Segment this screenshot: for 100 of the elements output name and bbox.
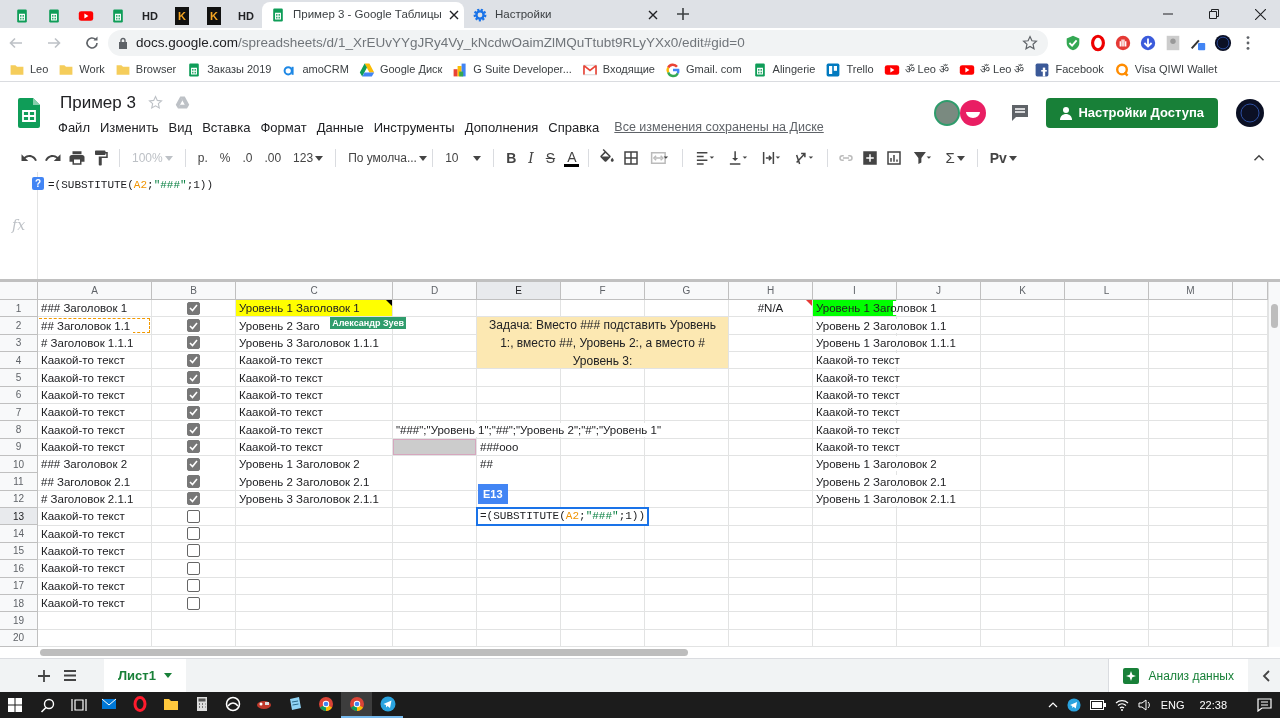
search-icon[interactable] <box>40 697 55 713</box>
restore-icon[interactable] <box>1209 9 1219 19</box>
clock[interactable]: 22:38 <box>1199 696 1227 714</box>
document-title[interactable]: Пример 3 <box>60 89 136 115</box>
chevron-up-icon[interactable] <box>1047 702 1058 708</box>
column-header[interactable]: F <box>561 282 645 300</box>
close-icon[interactable] <box>648 10 658 20</box>
checkbox[interactable] <box>187 561 200 575</box>
address-bar[interactable]: docs.google.com/spreadsheets/d/1_XrEUvYYgJRy4Vy_kNcdwOaimZlMQuTtubt9RLyYXx0/edit#gid=0 <box>108 30 1048 56</box>
sheet-list-icon[interactable] <box>64 670 76 681</box>
checkbox[interactable] <box>187 388 200 402</box>
row-header[interactable]: 16 <box>0 560 38 578</box>
checkbox[interactable] <box>187 353 200 367</box>
row-header[interactable]: 19 <box>0 612 38 630</box>
checkbox[interactable] <box>187 301 200 315</box>
avatar-icon[interactable] <box>1214 34 1232 52</box>
checkbox[interactable] <box>187 405 200 419</box>
bookmark[interactable]: Alingerie <box>746 61 821 78</box>
currency-button[interactable]: р. <box>194 149 211 167</box>
menu-item[interactable]: Справка <box>543 117 605 139</box>
user-avatar[interactable] <box>934 100 961 126</box>
font-dropdown[interactable]: По умолча... <box>345 149 424 167</box>
checkbox[interactable] <box>187 509 200 523</box>
browser-tab[interactable]: HD <box>134 4 166 28</box>
checkbox[interactable] <box>187 527 200 541</box>
print-icon[interactable] <box>68 149 86 167</box>
bookmark[interactable]: Входящие <box>576 61 660 78</box>
menu-item[interactable]: Файл <box>53 117 95 139</box>
battery-icon[interactable] <box>1089 700 1106 710</box>
row-header[interactable]: 8 <box>0 421 38 439</box>
column-header[interactable]: L <box>1065 282 1149 300</box>
increase-decimals-button[interactable]: .00 <box>261 149 285 167</box>
menu-item[interactable]: Данные <box>311 117 369 139</box>
checkbox[interactable] <box>187 371 200 385</box>
wifi-icon[interactable] <box>1114 699 1129 711</box>
add-sheet-icon[interactable] <box>38 669 50 682</box>
cell-editor[interactable]: =(SUBSTITUTE(A2;"###";1)) <box>476 507 650 527</box>
language-indicator[interactable]: ENG <box>1160 696 1185 714</box>
hand-icon[interactable] <box>1114 34 1132 52</box>
text-color-button[interactable]: A <box>564 149 580 167</box>
side-panel-toggle-icon[interactable] <box>1262 669 1270 682</box>
checkbox[interactable] <box>187 475 200 489</box>
bookmark[interactable]: Leo <box>4 61 54 78</box>
row-header[interactable]: 4 <box>0 352 38 370</box>
column-header[interactable]: M <box>1149 282 1233 300</box>
menu-item[interactable]: Инструменты <box>368 117 460 139</box>
menu-item[interactable]: Формат <box>255 117 312 139</box>
row-header[interactable]: 14 <box>0 525 38 543</box>
checkbox[interactable] <box>187 336 200 350</box>
checkbox[interactable] <box>187 319 200 332</box>
row-header[interactable]: 11 <box>0 473 38 491</box>
taskbar-button[interactable] <box>341 692 372 718</box>
addon-dropdown[interactable]: Pv <box>986 147 1020 169</box>
scrollbar[interactable] <box>1268 282 1280 647</box>
borders-icon[interactable] <box>622 149 641 167</box>
menu-item[interactable]: Изменить <box>94 117 164 139</box>
windows-logo-icon[interactable] <box>8 698 22 712</box>
row-header[interactable]: 1 <box>0 300 38 318</box>
paint-roller-icon[interactable] <box>92 149 110 167</box>
checkbox[interactable] <box>187 544 200 558</box>
browser-tab[interactable]: Пример 3 - Google Таблицы <box>262 2 464 28</box>
bookmark[interactable]: ॐ Leo ॐ <box>954 61 1030 78</box>
bookmark[interactable]: Work <box>53 61 110 78</box>
browser-tab[interactable]: HD <box>230 4 262 28</box>
strikethrough-button[interactable]: S <box>542 147 559 169</box>
reload-icon[interactable] <box>84 35 100 51</box>
bookmark[interactable]: ॐ Leo ॐ <box>878 61 954 78</box>
decrease-decimals-button[interactable]: .0 <box>239 149 256 167</box>
checkbox[interactable] <box>187 492 200 506</box>
column-header[interactable]: K <box>981 282 1065 300</box>
close-icon[interactable] <box>448 10 459 20</box>
column-header[interactable]: B <box>152 282 236 300</box>
user-avatar[interactable] <box>960 100 987 126</box>
row-header[interactable]: 5 <box>0 369 38 387</box>
chart-icon[interactable] <box>885 149 904 167</box>
bookmark[interactable]: amoCRM <box>276 61 354 78</box>
new-tab-icon[interactable] <box>676 7 690 21</box>
font-size-dropdown[interactable]: 10 <box>442 149 485 167</box>
formula-input[interactable]: =(SUBSTITUTE(A2;"###";1)) <box>48 177 214 194</box>
column-header[interactable]: C <box>236 282 393 300</box>
checkbox[interactable] <box>187 423 200 437</box>
column-header[interactable]: I <box>813 282 897 300</box>
image-icon[interactable] <box>1164 34 1182 52</box>
row-header[interactable]: 10 <box>0 456 38 474</box>
paper-plane-icon[interactable] <box>1066 698 1081 712</box>
close-icon[interactable] <box>1255 8 1266 20</box>
bookmark[interactable]: Browser <box>109 61 182 78</box>
task-view-icon[interactable] <box>71 698 87 712</box>
explore-button[interactable]: Анализ данных <box>1107 658 1248 693</box>
row-header[interactable]: 7 <box>0 404 38 422</box>
bookmark[interactable]: Visa QIWI Wallet <box>1108 61 1223 78</box>
column-header[interactable]: H <box>729 282 813 300</box>
scrollbar-thumb[interactable] <box>1271 304 1278 328</box>
column-header[interactable]: E <box>477 282 561 300</box>
italic-button[interactable]: I <box>525 147 537 169</box>
column-header[interactable]: D <box>393 282 477 300</box>
percent-button[interactable]: % <box>216 149 234 167</box>
number-format-dropdown[interactable]: 123 <box>290 149 327 167</box>
browser-tab[interactable]: Настройки <box>464 2 666 28</box>
add-comment-icon[interactable] <box>861 149 880 167</box>
